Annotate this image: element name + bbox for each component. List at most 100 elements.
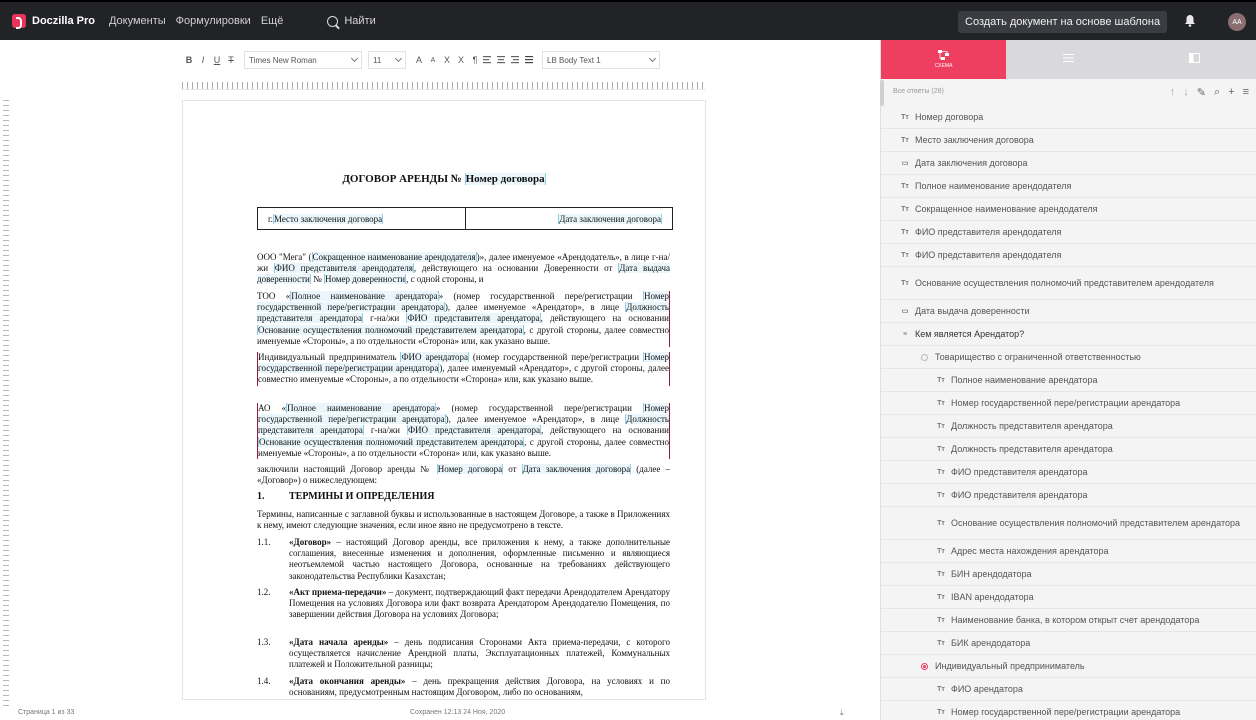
pencil-icon[interactable]: ✎ xyxy=(1197,86,1206,99)
plus-icon[interactable]: + xyxy=(1228,86,1234,99)
arrow-down-icon[interactable]: ↓ xyxy=(1183,86,1189,99)
field-item[interactable]: Тт ФИО представителя арендатора xyxy=(881,484,1256,507)
text-field-icon: Тт xyxy=(937,570,945,578)
field-item[interactable]: ▭ Дата заключения договора xyxy=(881,152,1256,175)
field-item[interactable]: Тт ФИО представителя арендатора xyxy=(881,461,1256,484)
text-field-icon: Тт xyxy=(937,685,945,693)
nav-more[interactable]: Ещё xyxy=(261,15,284,27)
superscript-button[interactable]: X xyxy=(454,55,468,65)
field-item[interactable]: Тт Номер договора xyxy=(881,106,1256,129)
chevron-down-icon xyxy=(648,54,657,63)
party-entrepreneur-paragraph[interactable]: Индивидуальный предприниматель ФИО аренд… xyxy=(257,352,670,386)
title-text: ДОГОВОР АРЕНДЫ № xyxy=(342,173,465,185)
definition-item[interactable]: 1.2. «Акт приема-передачи» – документ, п… xyxy=(257,587,670,621)
bell-icon[interactable] xyxy=(1184,14,1196,27)
text-field-icon: Тт xyxy=(901,279,909,287)
field-place[interactable]: Место заключения договора xyxy=(272,213,384,224)
field-item[interactable]: Тт ФИО арендатора xyxy=(881,678,1256,701)
party-llp-paragraph[interactable]: ТОО «Полное наименование арендатора» (но… xyxy=(257,291,670,348)
user-avatar[interactable]: AA xyxy=(1228,13,1246,31)
text-field-icon: Тт xyxy=(937,376,945,384)
field-item[interactable]: Тт Наименование банка, в котором открыт с… xyxy=(881,609,1256,632)
subscript-button[interactable]: X xyxy=(440,55,454,65)
align-right-icon xyxy=(511,56,519,64)
field-item[interactable]: Тт Номер государственной пере/регистрации… xyxy=(881,392,1256,415)
text-field-icon: Тт xyxy=(901,228,909,236)
field-item[interactable]: ▭ Дата выдача доверенности xyxy=(881,300,1256,323)
bold-button[interactable]: B xyxy=(182,55,196,65)
italic-button[interactable]: I xyxy=(196,55,210,65)
field-item[interactable]: Тт Основание осуществления полномочий пре… xyxy=(881,267,1256,300)
arrow-up-icon[interactable]: ↑ xyxy=(1170,86,1176,99)
radio-empty-icon[interactable] xyxy=(921,353,928,361)
status-bar: Страница 1 из 33 Сохранен 12:13 24 Ноя, … xyxy=(0,704,880,720)
tab-schema[interactable]: СХЕМА xyxy=(881,40,1007,79)
nav-formulations[interactable]: Формулировки xyxy=(176,15,251,27)
pilcrow-button[interactable]: ¶ xyxy=(468,55,482,65)
field-item[interactable]: Тт ФИО представителя арендодателя xyxy=(881,244,1256,267)
field-date[interactable]: Дата заключения договора xyxy=(558,213,662,224)
tab-list[interactable] xyxy=(1006,40,1132,79)
search-button[interactable]: Найти xyxy=(327,15,376,27)
field-item[interactable]: Тт Основание осуществления полномочий пре… xyxy=(881,507,1256,540)
underline-button[interactable]: U xyxy=(210,55,224,65)
party-landlord-paragraph[interactable]: ООО "Мега" (Сокращенное наименование аре… xyxy=(257,252,670,286)
field-item[interactable]: Тт Номер государственной пере/регистрации… xyxy=(881,701,1256,720)
filter-icon[interactable]: ≡ xyxy=(1243,86,1249,99)
font-size-select[interactable]: 11 xyxy=(368,51,406,69)
field-item[interactable]: Тт БИН арендодатора xyxy=(881,563,1256,586)
text-field-icon: Тт xyxy=(937,491,945,499)
align-buttons-group[interactable] xyxy=(482,55,538,65)
text-field-icon: Тт xyxy=(937,399,945,407)
field-item[interactable]: Тт БИК арендодатора xyxy=(881,632,1256,655)
text-field-icon: Тт xyxy=(937,519,945,527)
create-from-template-button[interactable]: Создать документ на основе шаблона xyxy=(958,11,1168,33)
paragraph-style-select[interactable]: LB Body Text 1 xyxy=(542,51,660,69)
question-item[interactable]: ≡ Кем является Арендатор? xyxy=(881,323,1256,346)
field-item[interactable]: Тт Должность представителя арендатора xyxy=(881,415,1256,438)
option-item[interactable]: Индивидуальный предприниматель xyxy=(881,655,1256,678)
grow-font-button[interactable]: A xyxy=(412,55,426,65)
schema-panel: СХЕМА Все ответы (28) ↑ ↓ ✎ ⌕ + ≡ Тт Номе… xyxy=(880,40,1256,720)
field-item[interactable]: Тт Полное наименование арендодателя xyxy=(881,175,1256,198)
font-family-value: Times New Roman xyxy=(249,55,317,65)
calendar-icon: ▭ xyxy=(901,308,909,315)
search-icon xyxy=(327,15,339,27)
search-icon[interactable]: ⌕ xyxy=(1214,86,1220,99)
option-item[interactable]: Товарищество с ограниченной ответственно… xyxy=(881,346,1256,369)
text-field-icon: Тт xyxy=(901,113,909,121)
tab-preview[interactable] xyxy=(1131,40,1256,79)
field-item[interactable]: Тт IBAN арендодатора xyxy=(881,586,1256,609)
download-icon[interactable]: ⤓ xyxy=(840,708,844,718)
text-field-icon: Тт xyxy=(937,422,945,430)
nav-documents[interactable]: Документы xyxy=(109,15,166,27)
party-jsc-paragraph[interactable]: АО «Полное наименование арендатора» (ном… xyxy=(257,403,670,460)
horizontal-ruler[interactable] xyxy=(182,82,706,90)
definition-item[interactable]: 1.4. «Дата окончания аренды» – день прек… xyxy=(257,676,670,698)
strikethrough-button[interactable]: T xyxy=(224,55,238,65)
filter-row[interactable]: Все ответы (28) ↑ ↓ ✎ ⌕ + ≡ xyxy=(893,86,1249,100)
field-item[interactable]: Тт Должность представителя арендатора xyxy=(881,438,1256,461)
search-label: Найти xyxy=(344,15,376,27)
app-logo[interactable]: Doczilla Pro xyxy=(12,14,95,29)
panel-scrollbar[interactable] xyxy=(880,80,884,106)
concluded-paragraph[interactable]: заключили настоящий Договор аренды № Ном… xyxy=(257,464,670,486)
definition-item[interactable]: 1.1. «Договор» – настоящий Договор аренд… xyxy=(257,537,670,582)
text-field-icon: Тт xyxy=(937,593,945,601)
section-intro[interactable]: Термины, написанные с заглавной буквы и … xyxy=(257,509,670,531)
field-item[interactable]: Тт ФИО представителя арендодателя xyxy=(881,221,1256,244)
definition-item[interactable]: 1.3. «Дата начала аренды» – день подписа… xyxy=(257,637,670,671)
radio-selected-icon[interactable] xyxy=(921,662,928,670)
field-item[interactable]: Тт Адрес места нахождения арендатора xyxy=(881,540,1256,563)
field-item[interactable]: Тт Сокращенное наименование арендодателя xyxy=(881,198,1256,221)
align-center-icon xyxy=(497,56,505,64)
document-page[interactable]: ДОГОВОР АРЕНДЫ № Номер договора г. Место… xyxy=(182,100,706,700)
field-contract-number[interactable]: Номер договора xyxy=(464,173,546,185)
vertical-ruler[interactable] xyxy=(3,100,9,710)
field-item[interactable]: Тт Полное наименование арендатора xyxy=(881,369,1256,392)
shrink-font-button[interactable]: A xyxy=(426,57,440,64)
font-family-select[interactable]: Times New Roman xyxy=(244,51,362,69)
text-field-icon: Тт xyxy=(901,182,909,190)
format-toolbar: B I U T Times New Roman 11 A A X X ¶ LB … xyxy=(182,48,702,72)
field-item[interactable]: Тт Место заключения договора xyxy=(881,129,1256,152)
